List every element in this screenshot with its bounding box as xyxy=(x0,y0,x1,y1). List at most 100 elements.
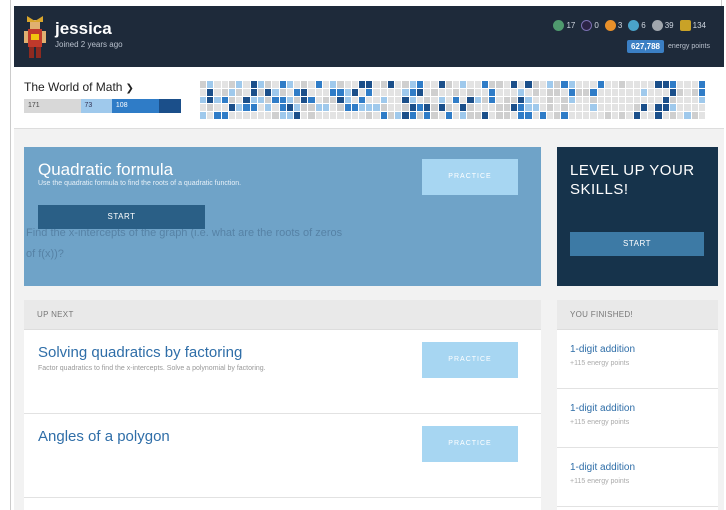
skill-cell[interactable] xyxy=(250,96,257,104)
skill-cell[interactable] xyxy=(250,112,257,119)
skill-cell[interactable] xyxy=(424,96,431,104)
skill-cell[interactable] xyxy=(684,81,691,88)
skill-cell[interactable] xyxy=(619,88,626,96)
skill-cell[interactable] xyxy=(496,104,503,112)
skill-cell[interactable] xyxy=(532,81,539,88)
skill-cell[interactable] xyxy=(416,88,424,96)
skill-cell[interactable] xyxy=(337,96,344,104)
skill-cell[interactable] xyxy=(597,81,604,88)
skill-cell[interactable] xyxy=(612,88,619,96)
skill-cell[interactable] xyxy=(467,104,474,112)
skill-cell[interactable] xyxy=(684,104,691,112)
skill-cell[interactable] xyxy=(539,104,546,112)
skill-cell[interactable] xyxy=(243,88,250,96)
skill-cell[interactable] xyxy=(655,96,662,104)
skill-cell[interactable] xyxy=(322,104,330,112)
skill-cell[interactable] xyxy=(467,81,474,88)
skill-cell[interactable] xyxy=(214,88,221,96)
skill-cell[interactable] xyxy=(489,104,496,112)
skill-cell[interactable] xyxy=(293,112,301,119)
skill-cell[interactable] xyxy=(460,88,467,96)
skill-cell[interactable] xyxy=(518,88,525,96)
skill-cell[interactable] xyxy=(626,112,633,119)
skill-cell[interactable] xyxy=(438,96,445,104)
skill-cell[interactable] xyxy=(359,88,366,96)
skill-cell[interactable] xyxy=(315,112,322,119)
skill-cell[interactable] xyxy=(583,104,590,112)
avatar-icon[interactable] xyxy=(22,16,48,60)
skill-cell[interactable] xyxy=(322,96,330,104)
skill-cell[interactable] xyxy=(279,96,286,104)
skill-cell[interactable] xyxy=(510,112,518,119)
skill-cell[interactable] xyxy=(568,88,575,96)
skill-cell[interactable] xyxy=(286,96,293,104)
skill-cell[interactable] xyxy=(431,112,438,119)
skill-cell[interactable] xyxy=(525,112,532,119)
skill-cell[interactable] xyxy=(474,112,481,119)
skill-cell[interactable] xyxy=(402,81,409,88)
skill-cell[interactable] xyxy=(590,88,597,96)
skill-cell[interactable] xyxy=(510,81,518,88)
skill-cell[interactable] xyxy=(200,104,207,112)
skill-cell[interactable] xyxy=(481,104,489,112)
skill-cell[interactable] xyxy=(265,88,272,96)
skill-cell[interactable] xyxy=(481,81,489,88)
skill-cell[interactable] xyxy=(373,104,380,112)
skill-cell[interactable] xyxy=(250,104,257,112)
skill-cell[interactable] xyxy=(640,81,648,88)
skill-cell[interactable] xyxy=(257,88,265,96)
skill-cell[interactable] xyxy=(597,88,604,96)
skill-cell[interactable] xyxy=(445,96,452,104)
skill-cell[interactable] xyxy=(301,88,308,96)
skill-cell[interactable] xyxy=(330,104,337,112)
skill-cell[interactable] xyxy=(518,112,525,119)
skill-cell[interactable] xyxy=(236,88,243,96)
skill-cell[interactable] xyxy=(546,96,554,104)
skill-cell[interactable] xyxy=(359,104,366,112)
skill-cell[interactable] xyxy=(691,104,698,112)
skill-cell[interactable] xyxy=(554,112,561,119)
skill-cell[interactable] xyxy=(561,88,568,96)
skill-cell[interactable] xyxy=(669,112,677,119)
skill-cell[interactable] xyxy=(640,112,648,119)
skill-cell[interactable] xyxy=(532,88,539,96)
skill-cell[interactable] xyxy=(684,96,691,104)
skill-cell[interactable] xyxy=(236,81,243,88)
skill-cell[interactable] xyxy=(221,81,228,88)
skill-cell[interactable] xyxy=(633,112,640,119)
skill-cell[interactable] xyxy=(554,104,561,112)
skill-cell[interactable] xyxy=(648,96,655,104)
skill-cell[interactable] xyxy=(590,96,597,104)
skill-cell[interactable] xyxy=(337,88,344,96)
skill-cell[interactable] xyxy=(467,96,474,104)
skill-cell[interactable] xyxy=(351,88,359,96)
skill-cell[interactable] xyxy=(387,88,395,96)
skill-cell[interactable] xyxy=(214,112,221,119)
skill-cell[interactable] xyxy=(662,96,669,104)
skill-cell[interactable] xyxy=(677,96,684,104)
skill-cell[interactable] xyxy=(612,104,619,112)
skill-cell[interactable] xyxy=(286,112,293,119)
skill-cell[interactable] xyxy=(257,81,265,88)
skill-cell[interactable] xyxy=(481,96,489,104)
skill-cell[interactable] xyxy=(655,81,662,88)
skill-cell[interactable] xyxy=(452,96,460,104)
skill-cell[interactable] xyxy=(221,112,228,119)
skill-cell[interactable] xyxy=(539,81,546,88)
start-button[interactable]: START xyxy=(38,205,205,229)
skill-cell[interactable] xyxy=(301,112,308,119)
skill-cell[interactable] xyxy=(452,112,460,119)
skill-cell[interactable] xyxy=(221,104,228,112)
skill-cell[interactable] xyxy=(200,112,207,119)
skill-cell[interactable] xyxy=(366,112,373,119)
skill-cell[interactable] xyxy=(445,112,452,119)
skill-cell[interactable] xyxy=(583,96,590,104)
skill-cell[interactable] xyxy=(597,104,604,112)
skill-cell[interactable] xyxy=(575,88,583,96)
skill-cell[interactable] xyxy=(496,112,503,119)
skill-cell[interactable] xyxy=(395,104,402,112)
skill-cell[interactable] xyxy=(402,104,409,112)
skill-cell[interactable] xyxy=(344,104,351,112)
skill-cell[interactable] xyxy=(518,96,525,104)
skill-cell[interactable] xyxy=(452,81,460,88)
